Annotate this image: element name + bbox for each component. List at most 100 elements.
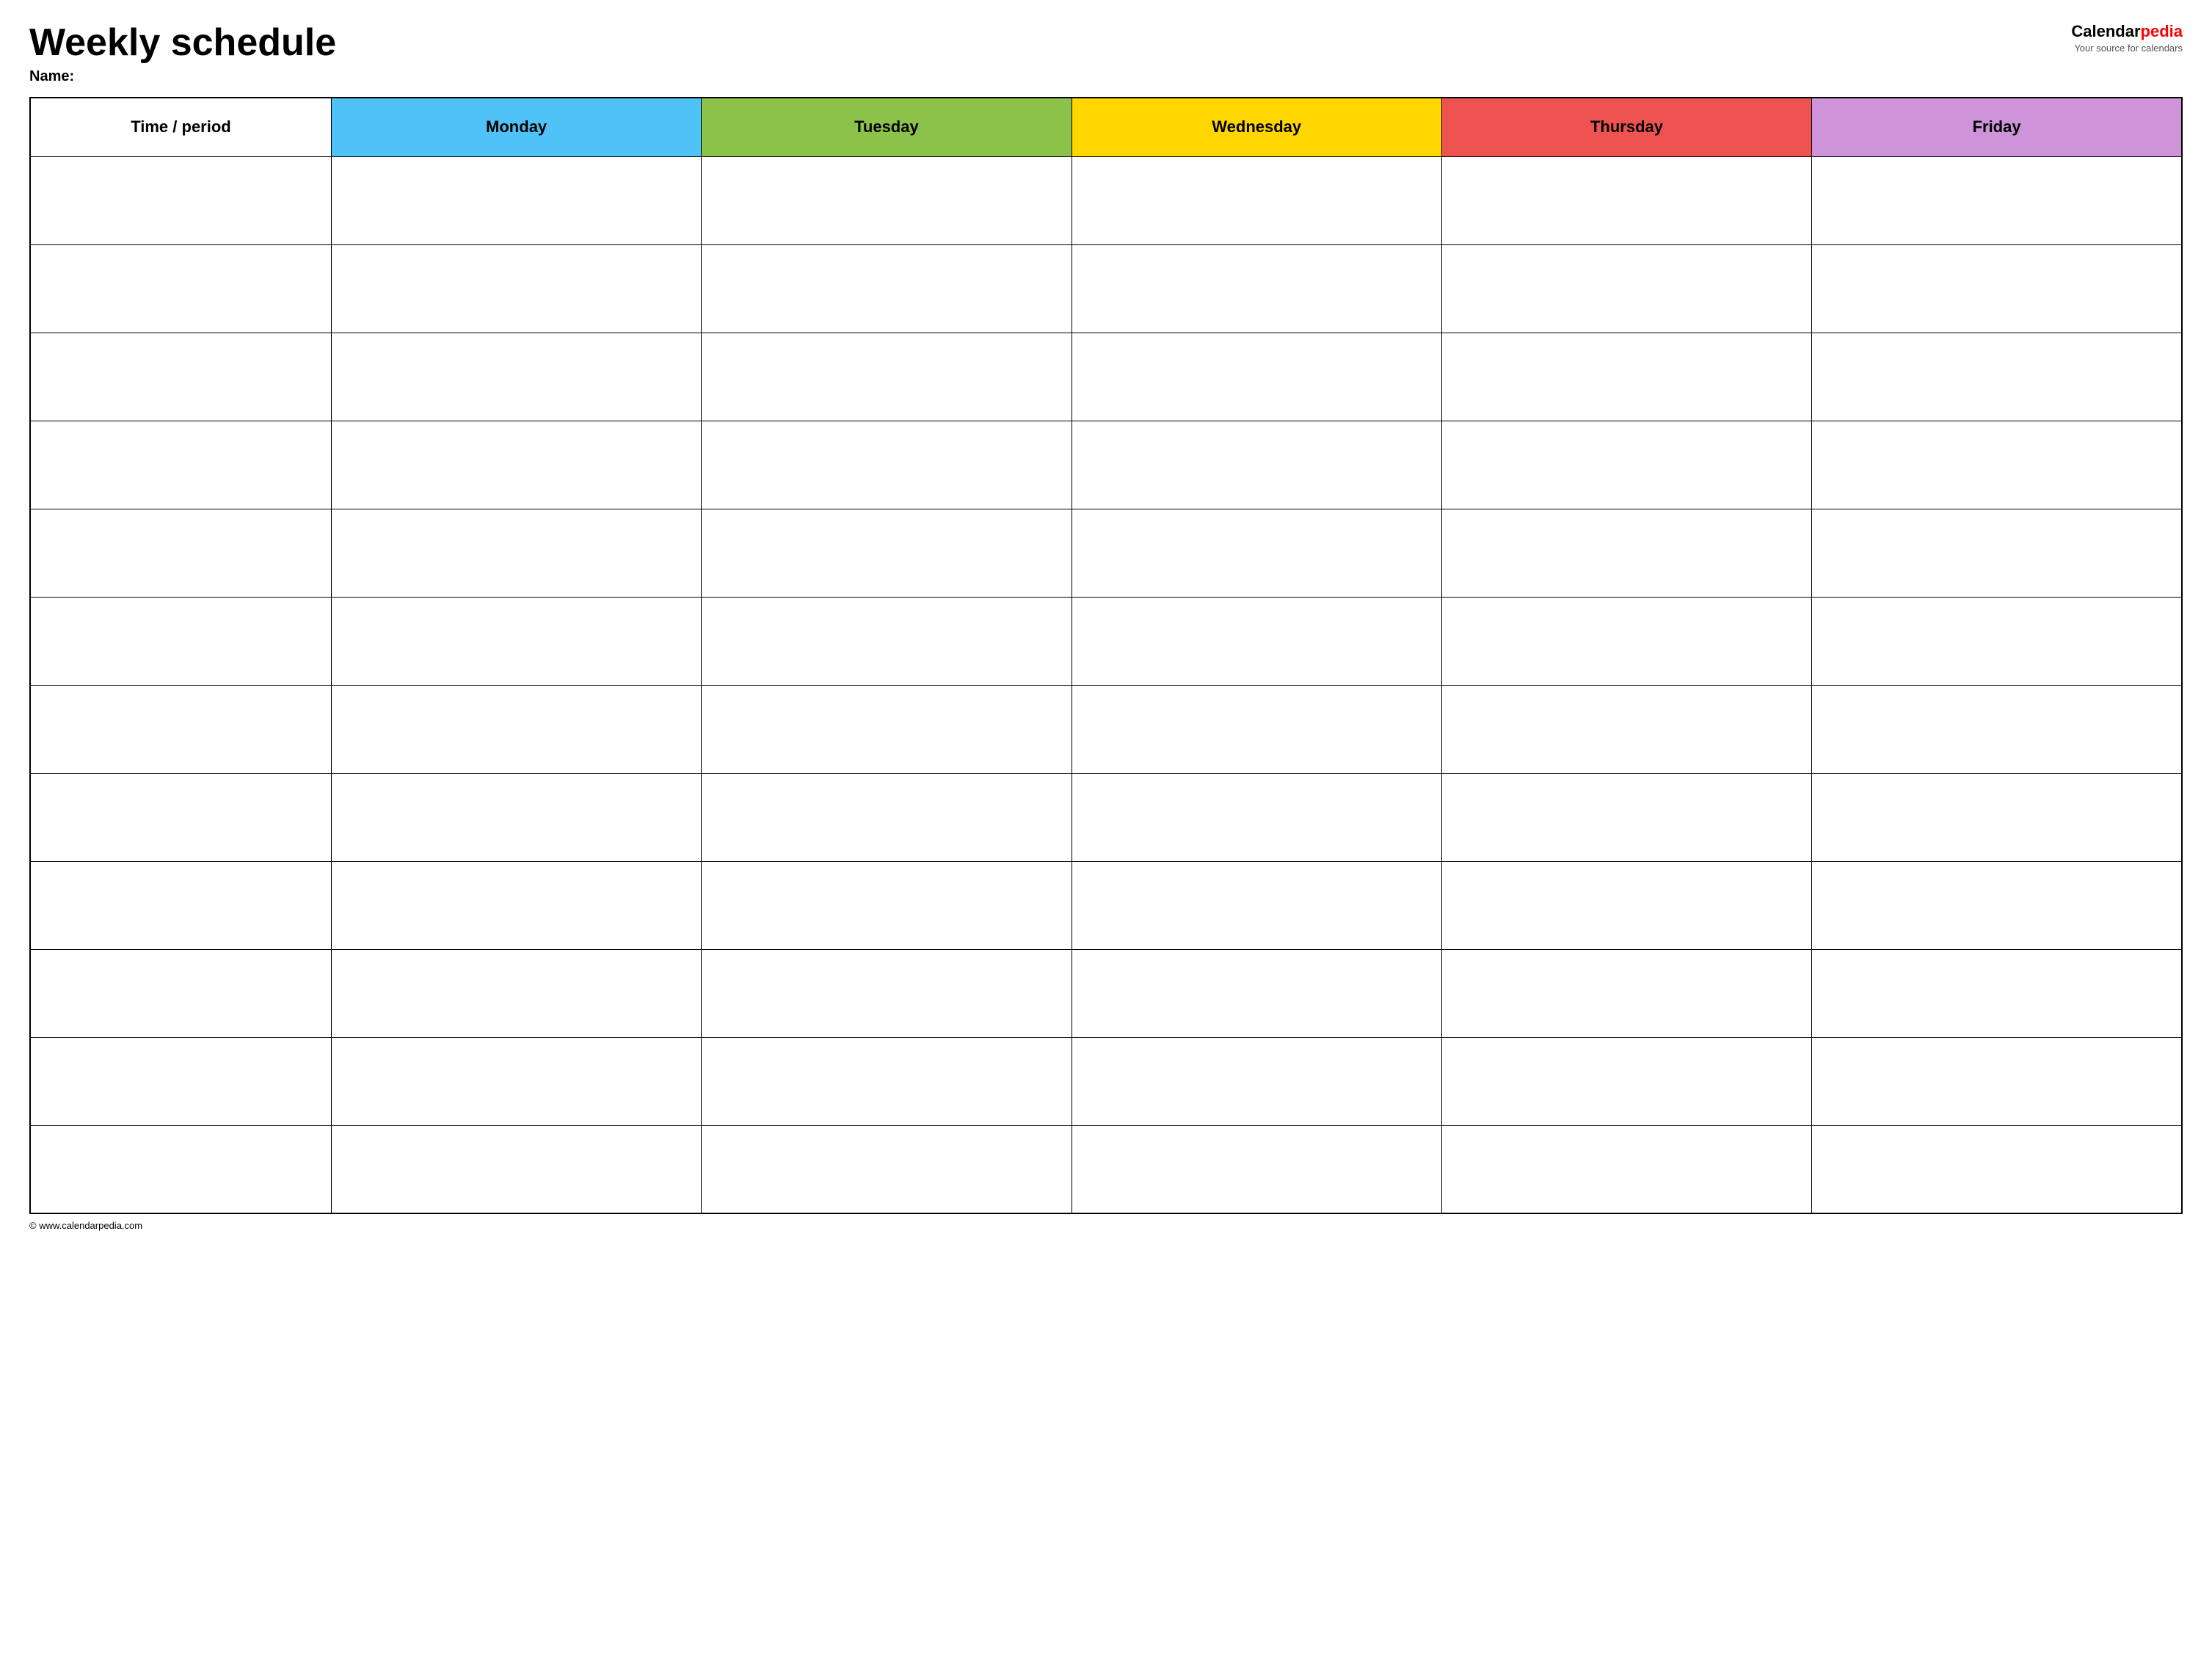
table-cell[interactable]	[702, 1125, 1072, 1213]
table-cell[interactable]	[1441, 244, 1811, 333]
table-row	[30, 597, 2182, 685]
table-cell[interactable]	[331, 333, 701, 421]
header-row: Time / period Monday Tuesday Wednesday T…	[30, 98, 2182, 156]
table-cell[interactable]	[30, 333, 331, 421]
table-cell[interactable]	[1441, 773, 1811, 861]
table-row	[30, 773, 2182, 861]
table-cell[interactable]	[1441, 509, 1811, 597]
table-cell[interactable]	[702, 421, 1072, 509]
table-cell[interactable]	[331, 949, 701, 1037]
table-cell[interactable]	[702, 509, 1072, 597]
table-cell[interactable]	[331, 156, 701, 244]
table-cell[interactable]	[1441, 1125, 1811, 1213]
table-cell[interactable]	[1812, 949, 2182, 1037]
table-cell[interactable]	[702, 333, 1072, 421]
logo-section: Calendarpedia Your source for calendars	[2071, 22, 2183, 54]
table-cell[interactable]	[30, 861, 331, 949]
table-cell[interactable]	[1441, 421, 1811, 509]
table-cell[interactable]	[30, 685, 331, 773]
table-cell[interactable]	[1441, 156, 1811, 244]
schedule-table: Time / period Monday Tuesday Wednesday T…	[29, 97, 2183, 1214]
table-cell[interactable]	[702, 685, 1072, 773]
table-row	[30, 156, 2182, 244]
logo-pedia-text: pedia	[2141, 22, 2183, 40]
table-cell[interactable]	[331, 1125, 701, 1213]
table-cell[interactable]	[1812, 421, 2182, 509]
table-cell[interactable]	[1812, 773, 2182, 861]
table-cell[interactable]	[30, 509, 331, 597]
table-cell[interactable]	[1812, 861, 2182, 949]
table-cell[interactable]	[1072, 685, 1441, 773]
table-cell[interactable]	[1072, 773, 1441, 861]
col-header-friday: Friday	[1812, 98, 2182, 156]
table-cell[interactable]	[331, 773, 701, 861]
table-cell[interactable]	[1072, 1125, 1441, 1213]
table-row	[30, 1125, 2182, 1213]
table-cell[interactable]	[331, 861, 701, 949]
table-cell[interactable]	[1812, 333, 2182, 421]
table-cell[interactable]	[1441, 861, 1811, 949]
schedule-body	[30, 156, 2182, 1213]
table-cell[interactable]	[1072, 421, 1441, 509]
table-cell[interactable]	[1441, 333, 1811, 421]
col-header-monday: Monday	[331, 98, 701, 156]
table-row	[30, 1037, 2182, 1125]
logo-tagline: Your source for calendars	[2071, 43, 2183, 54]
table-cell[interactable]	[331, 244, 701, 333]
table-cell[interactable]	[702, 156, 1072, 244]
table-cell[interactable]	[1072, 509, 1441, 597]
table-cell[interactable]	[1072, 244, 1441, 333]
table-cell[interactable]	[30, 421, 331, 509]
title-section: Weekly schedule Name:	[29, 22, 336, 85]
table-cell[interactable]	[331, 685, 701, 773]
table-cell[interactable]	[30, 949, 331, 1037]
table-cell[interactable]	[1072, 597, 1441, 685]
table-cell[interactable]	[331, 597, 701, 685]
table-row	[30, 685, 2182, 773]
footer: © www.calendarpedia.com	[29, 1220, 2183, 1231]
table-cell[interactable]	[1812, 1037, 2182, 1125]
table-cell[interactable]	[1072, 156, 1441, 244]
table-cell[interactable]	[30, 244, 331, 333]
table-cell[interactable]	[1072, 333, 1441, 421]
table-cell[interactable]	[331, 509, 701, 597]
footer-url: © www.calendarpedia.com	[29, 1220, 142, 1231]
table-cell[interactable]	[1441, 949, 1811, 1037]
table-cell[interactable]	[331, 421, 701, 509]
table-row	[30, 244, 2182, 333]
table-cell[interactable]	[1072, 949, 1441, 1037]
table-cell[interactable]	[702, 861, 1072, 949]
table-row	[30, 861, 2182, 949]
table-cell[interactable]	[702, 949, 1072, 1037]
table-cell[interactable]	[1812, 509, 2182, 597]
page-header: Weekly schedule Name: Calendarpedia Your…	[29, 22, 2183, 85]
table-cell[interactable]	[331, 1037, 701, 1125]
table-row	[30, 949, 2182, 1037]
table-cell[interactable]	[1812, 597, 2182, 685]
table-cell[interactable]	[1812, 244, 2182, 333]
table-cell[interactable]	[30, 773, 331, 861]
table-cell[interactable]	[1441, 1037, 1811, 1125]
page-title: Weekly schedule	[29, 22, 336, 64]
col-header-tuesday: Tuesday	[702, 98, 1072, 156]
table-row	[30, 421, 2182, 509]
table-cell[interactable]	[702, 597, 1072, 685]
col-header-time: Time / period	[30, 98, 331, 156]
table-cell[interactable]	[702, 773, 1072, 861]
table-cell[interactable]	[30, 597, 331, 685]
col-header-thursday: Thursday	[1441, 98, 1811, 156]
table-cell[interactable]	[702, 244, 1072, 333]
table-cell[interactable]	[1812, 685, 2182, 773]
col-header-wednesday: Wednesday	[1072, 98, 1441, 156]
table-cell[interactable]	[1072, 861, 1441, 949]
table-cell[interactable]	[1441, 685, 1811, 773]
table-cell[interactable]	[702, 1037, 1072, 1125]
table-cell[interactable]	[1441, 597, 1811, 685]
table-cell[interactable]	[1812, 1125, 2182, 1213]
table-cell[interactable]	[1812, 156, 2182, 244]
table-cell[interactable]	[30, 156, 331, 244]
table-cell[interactable]	[30, 1125, 331, 1213]
table-cell[interactable]	[30, 1037, 331, 1125]
name-label: Name:	[29, 68, 336, 85]
table-cell[interactable]	[1072, 1037, 1441, 1125]
